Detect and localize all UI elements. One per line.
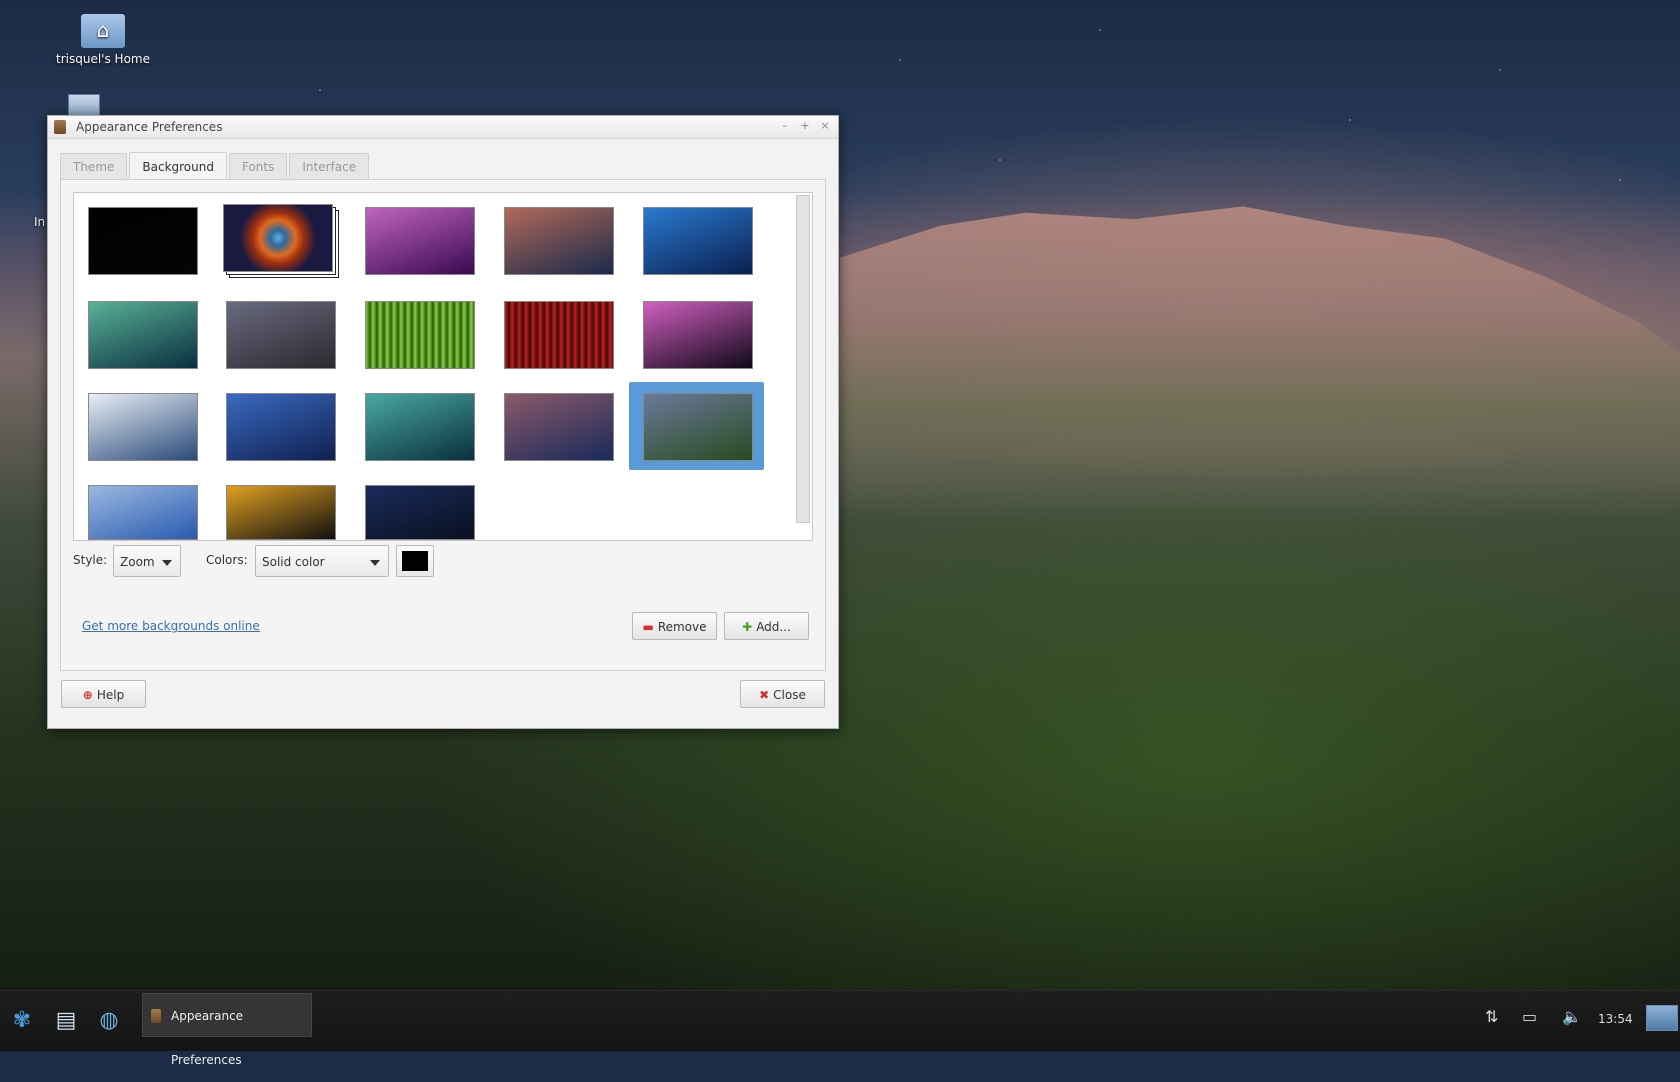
home-folder-icon bbox=[81, 14, 125, 48]
task-label: Appearance Preferences bbox=[171, 1009, 244, 1067]
chevron-down-icon bbox=[162, 560, 172, 566]
close-label: Close bbox=[773, 688, 806, 702]
taskbar: ✾ ▤ ◍ Appearance Preferences ⇅ ▭ 🔈 13:54 bbox=[0, 990, 1680, 1067]
show-desktop-icon[interactable] bbox=[1646, 1005, 1678, 1031]
wallpaper-thumbnail-bare-trees[interactable] bbox=[226, 301, 336, 369]
desktop-icon-label: In bbox=[34, 215, 46, 229]
mountain-wallpaper bbox=[840, 206, 1680, 520]
close-window-button[interactable]: × bbox=[818, 119, 832, 133]
chevron-down-icon bbox=[370, 560, 380, 566]
add-label: Add... bbox=[756, 620, 791, 634]
wallpaper-thumbnail-helix-nebula[interactable] bbox=[223, 204, 333, 272]
help-label: Help bbox=[96, 688, 125, 702]
wallpaper-thumbnail-teal-glow[interactable] bbox=[88, 301, 198, 369]
desktop-icon-home[interactable]: trisquel's Home bbox=[48, 14, 158, 66]
gallery-scrollbar[interactable] bbox=[796, 195, 810, 523]
desktop-icon-label: trisquel's Home bbox=[56, 52, 150, 66]
tab-background[interactable]: Background bbox=[129, 152, 227, 181]
wallpaper-thumbnail-teal-water[interactable] bbox=[365, 393, 475, 461]
battery-icon[interactable]: ▭ bbox=[1522, 1007, 1537, 1026]
desktop-icon-network[interactable] bbox=[62, 94, 106, 116]
close-button[interactable]: ✖ Close bbox=[740, 680, 825, 708]
wallpaper-thumbnail-purple-swirl[interactable] bbox=[365, 207, 475, 275]
tab-fonts[interactable]: Fonts bbox=[228, 153, 288, 180]
wallpaper-thumbnail-dark-flare[interactable] bbox=[504, 207, 614, 275]
tab-interface[interactable]: Interface bbox=[289, 153, 370, 180]
wallpaper-thumbnail-blue-swirl[interactable] bbox=[643, 207, 753, 275]
background-panel: Style: Zoom Colors: Solid color Get more… bbox=[60, 179, 826, 671]
wallpaper-thumbnail-pink-light[interactable] bbox=[643, 301, 753, 369]
app-icon bbox=[54, 120, 66, 134]
window-title: Appearance Preferences bbox=[76, 120, 223, 134]
wallpaper-thumbnail-dusk-water[interactable] bbox=[504, 393, 614, 461]
help-icon: ⊕ bbox=[82, 688, 93, 702]
wallpaper-thumbnail-mountain-dusk[interactable] bbox=[643, 393, 753, 461]
window-titlebar[interactable]: Appearance Preferences – + × bbox=[48, 116, 838, 139]
style-value: Zoom bbox=[120, 555, 155, 569]
remove-icon: ▬ bbox=[642, 620, 654, 634]
network-icon[interactable]: ⇅ bbox=[1485, 1007, 1498, 1026]
close-icon: ✖ bbox=[759, 688, 770, 702]
remove-button[interactable]: ▬ Remove bbox=[632, 612, 717, 640]
file-manager-icon[interactable]: ▤ bbox=[52, 1007, 80, 1035]
colors-dropdown[interactable]: Solid color bbox=[255, 545, 389, 577]
remove-label: Remove bbox=[657, 620, 707, 634]
wallpaper-thumbnail-blue-water[interactable] bbox=[226, 393, 336, 461]
taskbar-task-appearance[interactable]: Appearance Preferences bbox=[142, 993, 312, 1067]
color-swatch bbox=[402, 551, 428, 571]
clock[interactable]: 13:54 bbox=[1598, 1012, 1633, 1026]
web-browser-icon[interactable]: ◍ bbox=[95, 1007, 123, 1035]
tab-bar: Theme Background Fonts Interface bbox=[60, 152, 371, 181]
appearance-window: Appearance Preferences – + × Theme Backgr… bbox=[47, 115, 839, 729]
wallpaper-thumbnail-black[interactable] bbox=[88, 207, 198, 275]
desktop-icon-partial[interactable]: In bbox=[34, 215, 45, 229]
style-dropdown[interactable]: Zoom bbox=[113, 545, 181, 577]
colors-label: Colors: bbox=[206, 553, 248, 567]
wallpaper-gallery[interactable] bbox=[73, 192, 813, 541]
tab-theme[interactable]: Theme bbox=[60, 153, 128, 180]
colors-value: Solid color bbox=[262, 555, 325, 569]
wallpaper-thumbnail-red-stripes[interactable] bbox=[504, 301, 614, 369]
wallpaper-thumbnail-clouds-sea[interactable] bbox=[88, 393, 198, 461]
menu-icon[interactable]: ✾ bbox=[8, 1007, 36, 1035]
wallpaper-thumbnail-night-plants[interactable] bbox=[365, 485, 475, 540]
app-icon bbox=[151, 1009, 161, 1023]
wallpaper-thumbnail-blue-waves[interactable] bbox=[88, 485, 198, 540]
help-button[interactable]: ⊕ Help bbox=[61, 680, 146, 708]
add-button[interactable]: ✚ Add... bbox=[724, 612, 809, 640]
wallpaper-thumbnail-green-stripes[interactable] bbox=[365, 301, 475, 369]
style-label: Style: bbox=[73, 553, 108, 567]
add-icon: ✚ bbox=[742, 620, 753, 634]
minimize-button[interactable]: – bbox=[778, 119, 792, 133]
wallpaper-thumbnail-light-streaks[interactable] bbox=[226, 485, 336, 540]
network-icon bbox=[68, 94, 100, 116]
volume-icon[interactable]: 🔈 bbox=[1562, 1007, 1582, 1026]
color-picker-button[interactable] bbox=[396, 545, 434, 577]
get-more-backgrounds-link[interactable]: Get more backgrounds online bbox=[82, 619, 260, 633]
maximize-button[interactable]: + bbox=[798, 119, 812, 133]
